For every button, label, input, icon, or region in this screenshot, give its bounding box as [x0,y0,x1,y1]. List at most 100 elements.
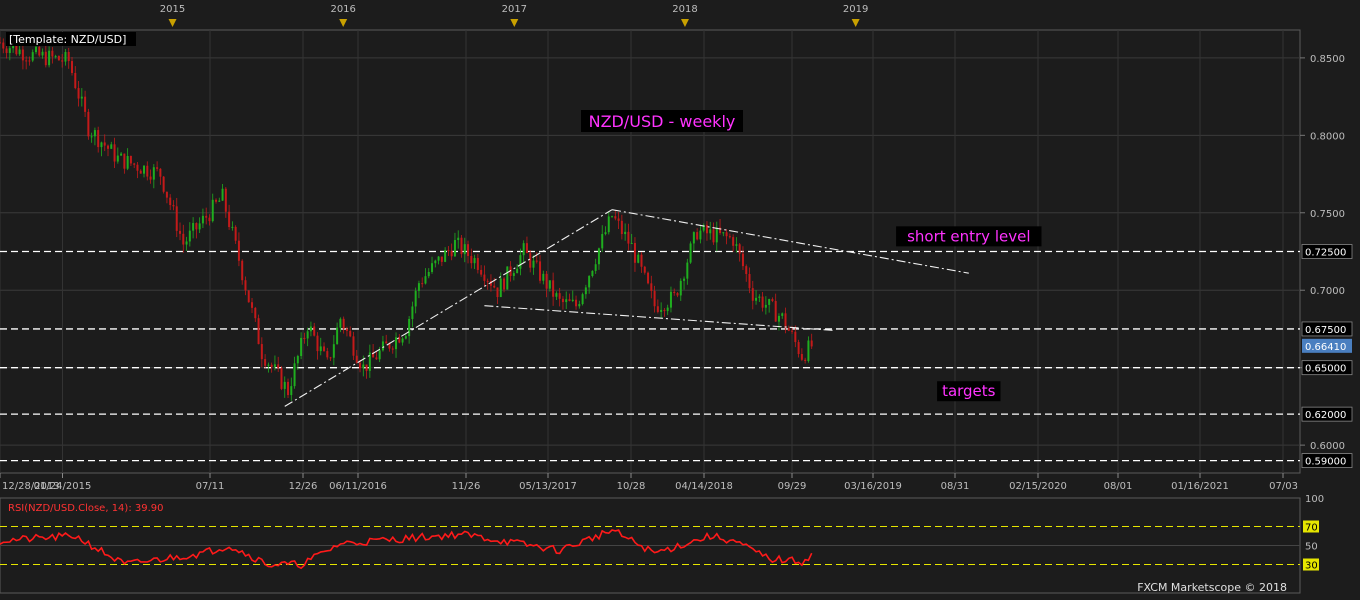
candle-body [116,155,119,162]
candle-body [575,299,578,307]
candle-body [162,176,165,192]
candle-body [647,272,650,284]
candle-body [336,327,339,345]
candle-body [244,280,247,291]
level-price-label: 0.72500 [1305,248,1346,259]
candle-body [545,273,548,289]
candle-body [0,42,1,44]
candle-body [417,283,420,291]
candle-body [755,297,758,301]
candle-body [241,260,244,281]
candle-body [54,56,57,58]
candle-body [787,328,790,331]
candle-body [679,280,682,296]
candle-body [535,260,538,262]
candle-body [548,280,551,289]
date-tick-label: 02/15/2020 [1009,481,1067,492]
candle-body [31,52,34,61]
candle-body [797,342,800,355]
chart-title: NZD/USD - weekly [589,112,736,131]
candle-body [221,188,224,201]
candle-body [807,340,810,361]
date-tick-label: 03/16/2019 [844,481,902,492]
candle-body [87,111,90,137]
candle-body [192,223,195,231]
candle-body [352,336,355,356]
date-tick-label: 06/11/2016 [329,481,387,492]
candle-body [172,205,175,207]
candle-body [15,44,18,55]
rsi-line [0,529,813,570]
candle-body [267,364,270,366]
year-marker-icon [510,19,519,27]
candle-body [748,274,751,289]
watermark: FXCM Marketscope © 2018 [1137,581,1287,594]
price-axis: 0.60000.65000.70000.75000.80000.85000.72… [1300,54,1353,469]
candle-body [656,306,659,312]
candle-body [165,191,168,198]
candle-body [365,364,368,371]
candle-body [57,56,60,61]
candle-body [28,60,31,62]
level-price-label: 0.67500 [1305,325,1346,336]
annotations: short entry level targets [896,226,1042,402]
year-marker-icon [339,19,348,27]
template-label: [Template: NZD/USD] [9,33,126,46]
date-tick-label: 12/26 [289,481,318,492]
candle-body [732,237,735,246]
annotation-label: short entry level [907,227,1030,245]
year-marker-icon [680,19,689,27]
candle-body [558,293,561,299]
candle-body [594,264,597,271]
candle-body [493,285,496,288]
candle-body [561,298,564,303]
candle-body [761,296,764,308]
candle-body [512,273,515,276]
candle-body [51,50,54,57]
candle-body [8,48,11,53]
candle-body [277,364,280,369]
candle-body [506,266,509,290]
candle-body [810,340,813,347]
candle-body [476,258,479,270]
candle-body [211,199,214,222]
candle-body [578,304,581,307]
date-tick-label: 01/24/2015 [34,481,92,492]
candle-body [453,240,456,257]
candle-body [188,230,191,242]
price-tick-label: 0.8500 [1310,54,1345,65]
candle-body [591,270,594,277]
candle-body [581,294,584,305]
candle-body [381,341,384,351]
candle-body [791,330,794,332]
candle-body [231,226,234,228]
annotation-label: targets [942,382,996,400]
candle-body [198,223,201,230]
year-label: 2018 [672,4,697,15]
candles [0,37,813,401]
year-label: 2016 [330,4,355,15]
candle-body [516,268,519,274]
candle-body [601,234,604,249]
candle-body [18,49,21,55]
year-marker-icon [851,19,860,27]
candle-body [309,326,312,332]
candle-body [97,130,100,148]
candle-body [525,243,528,254]
candle-body [5,48,8,53]
candle-body [460,237,463,255]
candle-body [571,299,574,302]
candle-body [251,302,254,308]
date-tick-label: 04/14/2018 [675,481,733,492]
candle-body [44,51,47,66]
candle-body [660,309,663,312]
candle-body [637,254,640,263]
candle-body [316,335,319,352]
candle-body [90,136,93,138]
candle-body [728,236,731,238]
candle-body [280,368,283,389]
candle-body [404,336,407,339]
candle-body [345,328,348,331]
candle-body [552,280,555,297]
candle-body [113,144,116,162]
